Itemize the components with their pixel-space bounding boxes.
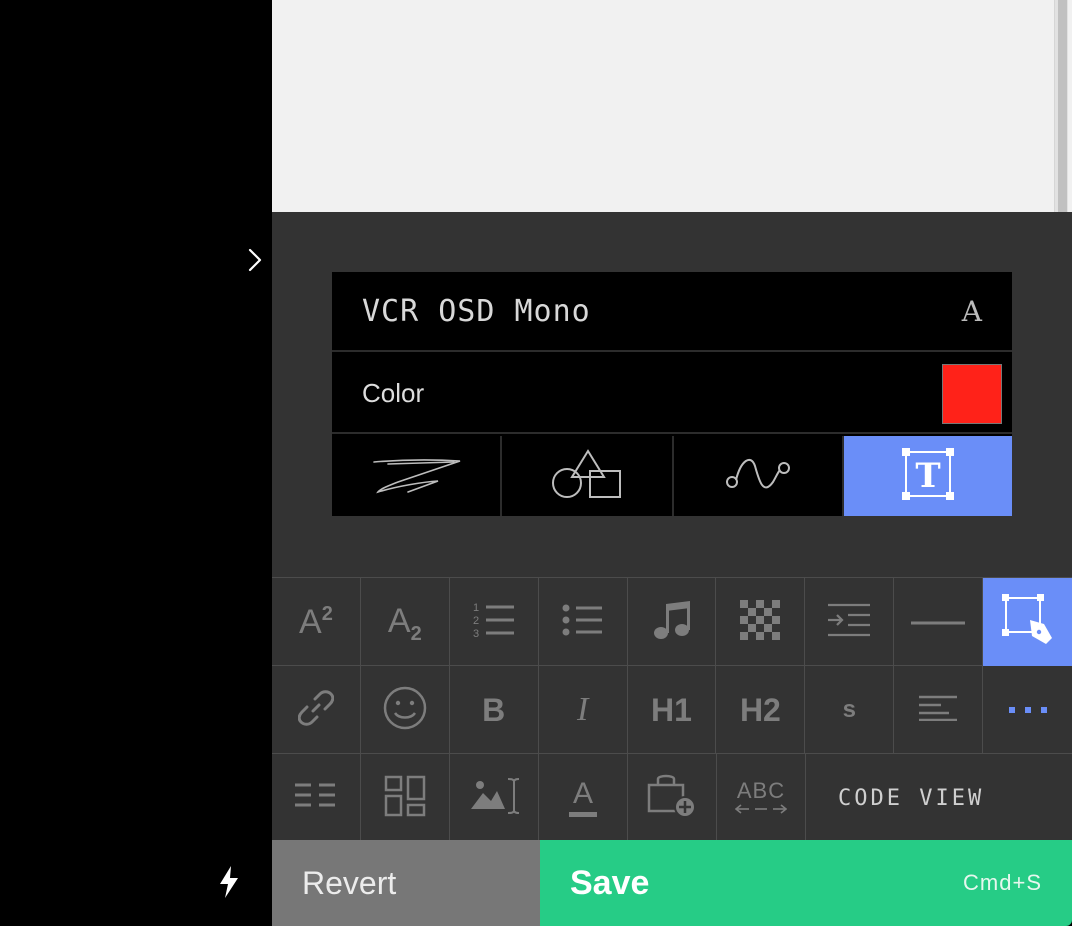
small-text-button[interactable]: s bbox=[805, 666, 895, 754]
left-rail bbox=[0, 0, 272, 926]
emoji-button[interactable] bbox=[361, 666, 450, 754]
svg-text:1: 1 bbox=[473, 602, 479, 614]
shapes-icon bbox=[550, 447, 624, 506]
svg-text:T: T bbox=[915, 456, 940, 496]
text-style-box: VCR OSD Mono A Color T bbox=[332, 272, 1012, 516]
code-view-button[interactable]: CODE VIEW bbox=[806, 754, 1072, 842]
heading-2-icon: H2 bbox=[739, 691, 781, 728]
superscript-button[interactable]: A2 bbox=[272, 578, 361, 666]
shop-add-button[interactable] bbox=[628, 754, 717, 842]
emoji-icon bbox=[383, 686, 427, 735]
toolbar-row-1: A2 A2 1 2 3 bbox=[272, 577, 1072, 666]
two-columns-icon bbox=[295, 783, 337, 814]
italic-icon: I bbox=[576, 691, 589, 728]
color-label: Color bbox=[362, 377, 425, 408]
subscript-button[interactable]: A2 bbox=[361, 578, 450, 666]
image-text-icon bbox=[469, 775, 520, 822]
heading-1-button[interactable]: H1 bbox=[628, 666, 717, 754]
revert-label: Revert bbox=[302, 864, 397, 901]
toolbar-row-2: B I H1 H2 s bbox=[272, 665, 1072, 754]
bold-icon: B bbox=[482, 691, 506, 728]
curve-path-icon bbox=[725, 452, 791, 501]
layout-grid-button[interactable] bbox=[361, 754, 450, 842]
align-left-icon bbox=[919, 695, 958, 726]
draw-pen-button[interactable] bbox=[983, 578, 1072, 666]
freehand-draw-icon bbox=[368, 452, 464, 501]
draw-mode-row: T bbox=[332, 436, 1012, 516]
chevron-right-icon[interactable] bbox=[240, 244, 270, 276]
unordered-list-icon bbox=[562, 604, 604, 641]
music-button[interactable] bbox=[628, 578, 717, 666]
two-columns-button[interactable] bbox=[272, 754, 361, 842]
horizontal-rule-icon bbox=[911, 613, 966, 631]
indent-icon bbox=[826, 603, 872, 642]
italic-button[interactable]: I bbox=[539, 666, 628, 754]
code-view-label: CODE VIEW bbox=[838, 785, 985, 811]
lightning-icon[interactable] bbox=[212, 862, 246, 902]
image-text-button[interactable] bbox=[450, 754, 539, 842]
font-selector[interactable]: VCR OSD Mono A bbox=[332, 272, 1012, 352]
ordered-list-icon: 1 2 3 bbox=[472, 600, 516, 645]
horizontal-rule-button[interactable] bbox=[894, 578, 984, 666]
save-button[interactable]: Save Cmd+S bbox=[540, 840, 1072, 926]
letter-spacing-icon: ABC bbox=[735, 780, 787, 816]
ordered-list-button[interactable]: 1 2 3 bbox=[450, 578, 539, 666]
transparency-button[interactable] bbox=[716, 578, 806, 666]
superscript-icon: A2 bbox=[299, 602, 333, 641]
small-text-icon: s bbox=[842, 696, 856, 723]
heading-1-icon: H1 bbox=[651, 691, 692, 728]
align-left-button[interactable] bbox=[894, 666, 984, 754]
save-label: Save bbox=[570, 863, 650, 902]
shop-add-icon bbox=[647, 773, 697, 824]
color-selector[interactable]: Color bbox=[332, 354, 1012, 434]
music-note-icon bbox=[653, 600, 691, 645]
revert-button[interactable]: Revert bbox=[272, 840, 540, 926]
text-box-icon: T bbox=[901, 447, 955, 506]
link-button[interactable] bbox=[272, 666, 361, 754]
text-color-icon: A bbox=[569, 778, 597, 817]
formatting-toolbar: A2 A2 1 2 3 B I H1 H2 s A ABC CODE VIEW bbox=[272, 577, 1072, 842]
svg-text:3: 3 bbox=[473, 628, 479, 640]
font-glyph-icon: A bbox=[961, 294, 982, 328]
font-name: VCR OSD Mono bbox=[362, 293, 591, 329]
save-shortcut: Cmd+S bbox=[963, 870, 1042, 895]
unordered-list-button[interactable] bbox=[539, 578, 628, 666]
draw-pen-icon bbox=[1001, 593, 1054, 651]
footer-bar: Revert Save Cmd+S bbox=[272, 840, 1072, 926]
layout-grid-icon bbox=[384, 775, 426, 822]
style-panel: VCR OSD Mono A Color T A2 A2 1 2 3 B I H… bbox=[272, 212, 1072, 842]
subscript-icon: A2 bbox=[387, 601, 422, 646]
text-color-button[interactable]: A bbox=[539, 754, 628, 842]
canvas-scrollbar[interactable] bbox=[1054, 0, 1068, 212]
color-swatch[interactable] bbox=[942, 364, 1002, 424]
more-icon bbox=[1008, 701, 1047, 719]
canvas-scrollbar-thumb[interactable] bbox=[1058, 0, 1067, 212]
checkerboard-icon bbox=[740, 599, 781, 645]
heading-2-button[interactable]: H2 bbox=[716, 666, 806, 754]
canvas-area[interactable] bbox=[272, 0, 1072, 212]
svg-text:2: 2 bbox=[473, 615, 479, 627]
curve-mode-button[interactable] bbox=[674, 436, 844, 516]
bold-button[interactable]: B bbox=[450, 666, 539, 754]
indent-button[interactable] bbox=[805, 578, 895, 666]
toolbar-row-3: A ABC CODE VIEW bbox=[272, 753, 1072, 842]
text-mode-button[interactable]: T bbox=[844, 436, 1012, 516]
more-button[interactable] bbox=[983, 666, 1072, 754]
link-icon bbox=[297, 689, 335, 731]
freehand-mode-button[interactable] bbox=[332, 436, 502, 516]
shapes-mode-button[interactable] bbox=[502, 436, 674, 516]
letter-spacing-button[interactable]: ABC bbox=[717, 754, 806, 842]
